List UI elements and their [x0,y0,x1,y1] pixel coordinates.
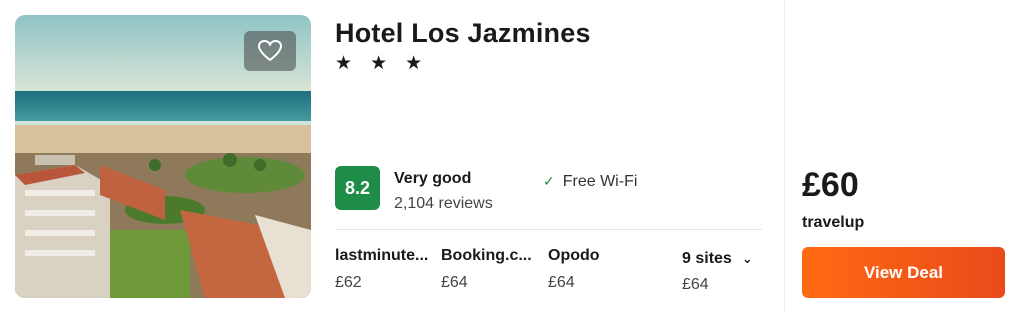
best-price: £60 [802,166,859,204]
hotel-name[interactable]: Hotel Los Jazmines [335,18,591,49]
check-icon: ✓ [543,174,555,190]
more-sites-price: £64 [682,276,709,293]
column-divider [784,0,785,313]
more-sites-label: 9 sites [682,250,732,267]
chevron-down-icon: ⌄ [741,251,753,267]
deal-site-name: Booking.c... [441,247,532,264]
deal-price: £64 [548,274,575,291]
hotel-result-card: Hotel Los Jazmines ★ ★ ★ 8.2 Very good 2… [0,0,1024,313]
deal-booking[interactable]: Booking.c... £64 [441,247,541,292]
rating-label: Very good [394,170,472,187]
star-rating: ★ ★ ★ [335,52,429,74]
best-deal-provider: travelup [802,214,865,231]
view-deal-button[interactable]: View Deal [802,247,1005,298]
amenity-wifi: ✓ Free Wi-Fi [543,173,637,191]
deal-lastminute[interactable]: lastminute... £62 [335,247,435,292]
heart-icon [257,39,283,62]
amenity-label: Free Wi-Fi [562,173,638,190]
rating-score-badge: 8.2 [335,166,380,210]
favorite-button[interactable] [244,31,296,71]
deal-site-name: Opodo [548,247,600,264]
deal-price: £62 [335,274,362,291]
more-sites-dropdown[interactable]: 9 sites ⌄ [682,250,753,268]
deal-price: £64 [441,274,468,291]
divider [335,229,762,230]
deal-site-name: lastminute... [335,247,429,264]
deal-opodo[interactable]: Opodo £64 [548,247,648,292]
review-count[interactable]: 2,104 reviews [394,195,493,213]
